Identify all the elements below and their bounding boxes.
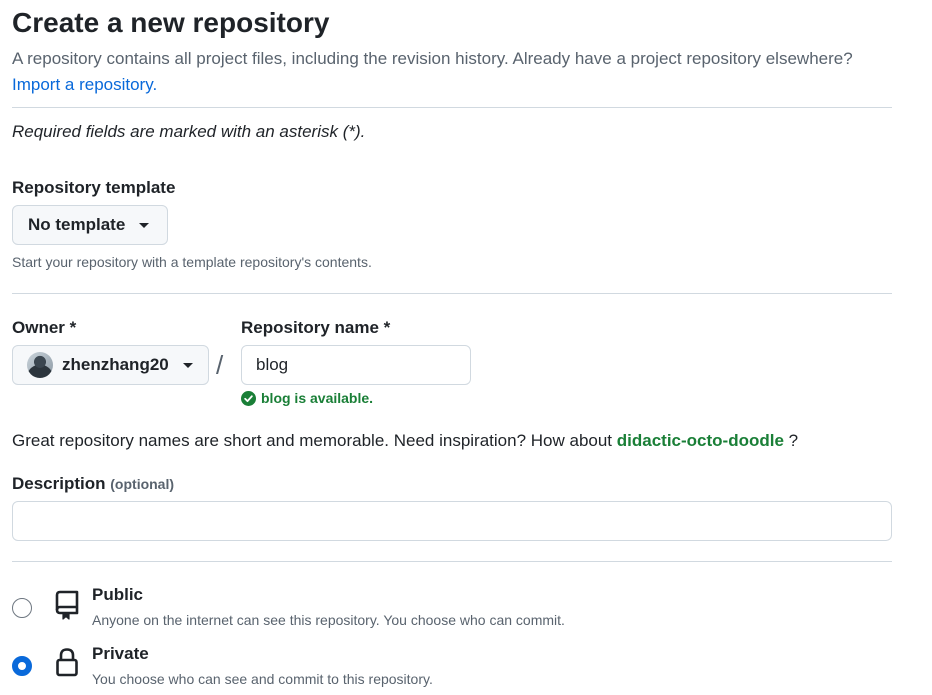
owner-name: zhenzhang20 — [62, 355, 169, 374]
divider — [12, 293, 892, 294]
name-suggestion: Great repository names are short and mem… — [12, 429, 798, 453]
divider — [12, 561, 892, 562]
template-hint: Start your repository with a template re… — [12, 254, 372, 270]
owner-dropdown-button[interactable]: zhenzhang20 — [12, 345, 209, 385]
owner-label: Owner * — [12, 318, 77, 337]
suggestion-suffix: ? — [788, 431, 799, 450]
repository-name-label: Repository name * — [241, 318, 391, 337]
public-option-description: Anyone on the internet can see this repo… — [92, 612, 565, 628]
repo-icon — [55, 590, 79, 620]
private-option-description: You choose who can see and commit to thi… — [92, 671, 433, 687]
public-option-title: Public — [92, 585, 144, 604]
availability-text: blog is available. — [261, 390, 374, 406]
caret-down-icon — [182, 362, 193, 368]
private-radio[interactable] — [12, 656, 32, 676]
required-fields-note: Required fields are marked with an aster… — [12, 122, 366, 141]
intro-text: A repository contains all project files,… — [12, 46, 902, 98]
caret-down-icon — [139, 222, 150, 228]
public-radio[interactable] — [12, 598, 32, 618]
description-label: Description (optional) — [12, 472, 174, 496]
repository-name-input[interactable] — [241, 345, 471, 385]
lock-icon — [56, 648, 78, 677]
availability-status: blog is available. — [241, 390, 373, 406]
divider — [12, 107, 892, 108]
owner-repo-separator: / — [216, 350, 224, 380]
avatar — [27, 352, 53, 378]
description-input[interactable] — [12, 501, 892, 541]
template-dropdown-button[interactable]: No template — [12, 205, 168, 245]
page-title: Create a new repository — [12, 7, 330, 38]
template-selected-label: No template — [28, 215, 126, 234]
check-circle-icon — [241, 390, 256, 406]
description-label-text: Description — [12, 474, 106, 493]
private-option-title: Private — [92, 644, 149, 663]
template-label: Repository template — [12, 178, 176, 197]
suggestion-text: Great repository names are short and mem… — [12, 431, 613, 450]
optional-tag: (optional) — [110, 476, 175, 492]
suggested-name-link[interactable]: didactic-octo-doodle — [617, 431, 784, 450]
import-repository-link[interactable]: Import a repository. — [12, 75, 157, 94]
intro-description: A repository contains all project files,… — [12, 49, 853, 68]
